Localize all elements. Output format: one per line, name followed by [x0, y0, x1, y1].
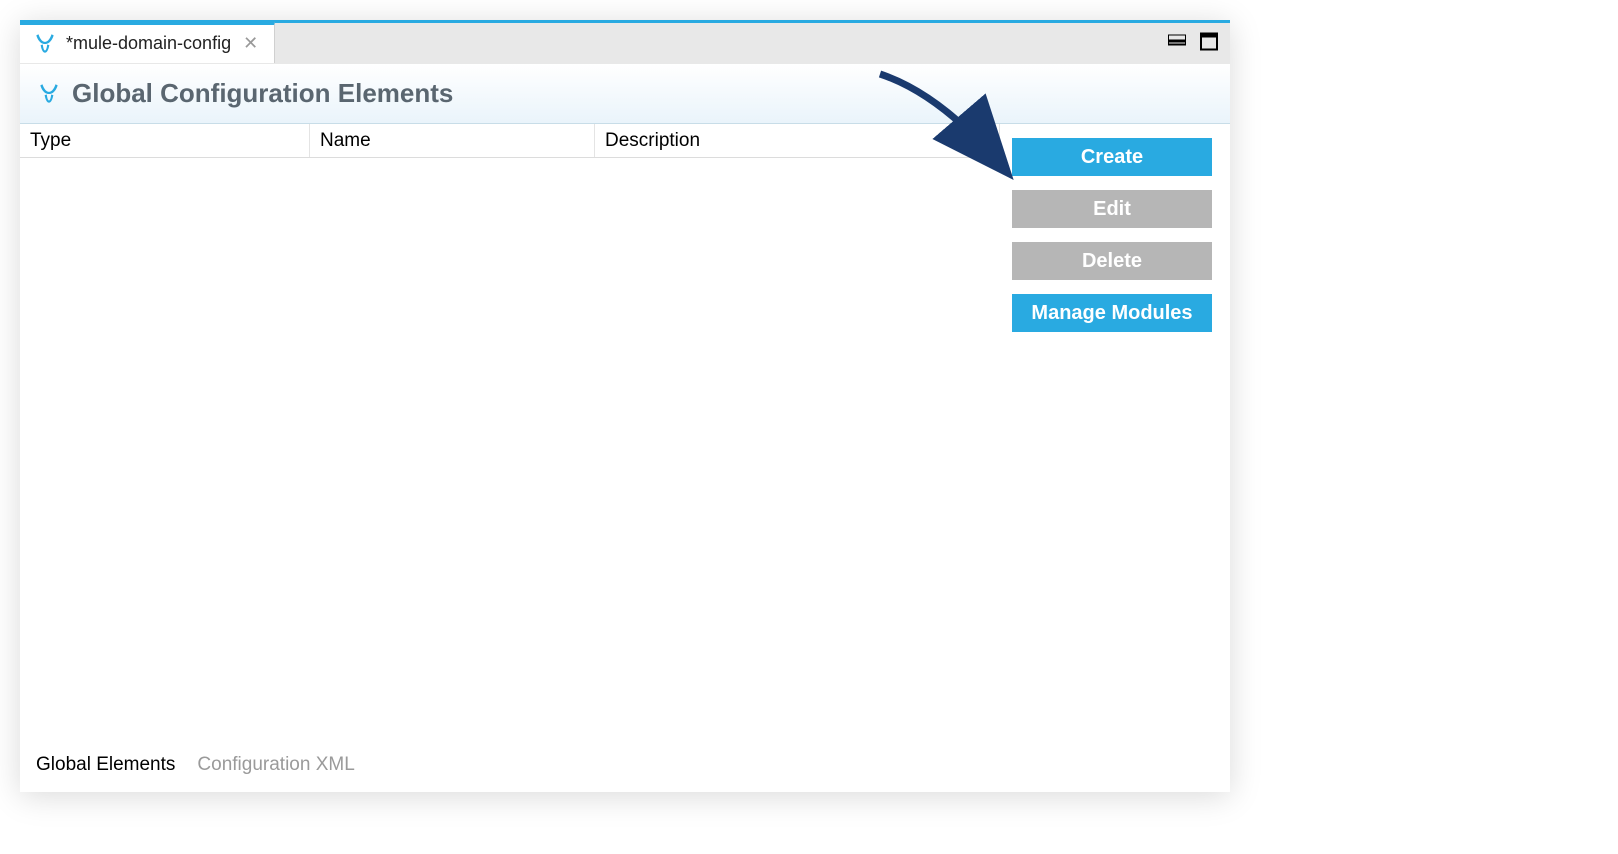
panel-header: Global Configuration Elements: [20, 64, 1230, 124]
content-area: Type Name Description Create Edit Delete…: [20, 124, 1230, 744]
side-buttons: Create Edit Delete Manage Modules: [1000, 124, 1230, 744]
column-header-type[interactable]: Type: [20, 124, 310, 157]
bottom-tabs: Global Elements Configuration XML: [20, 744, 1230, 792]
mule-icon: [36, 81, 62, 107]
tab-title: *mule-domain-config: [66, 33, 231, 54]
tab-bar: *mule-domain-config ✕: [20, 20, 1230, 64]
tab-global-elements[interactable]: Global Elements: [36, 754, 175, 776]
manage-modules-button[interactable]: Manage Modules: [1012, 294, 1212, 332]
column-header-description[interactable]: Description: [595, 124, 1000, 157]
table-header-row: Type Name Description: [20, 124, 1000, 158]
tab-configuration-xml[interactable]: Configuration XML: [197, 754, 354, 776]
delete-button: Delete: [1012, 242, 1212, 280]
create-button[interactable]: Create: [1012, 138, 1212, 176]
edit-button: Edit: [1012, 190, 1212, 228]
close-icon[interactable]: ✕: [239, 33, 262, 54]
maximize-icon[interactable]: [1200, 32, 1218, 55]
panel-title: Global Configuration Elements: [72, 78, 453, 109]
mule-icon: [32, 31, 58, 57]
minimize-icon[interactable]: [1168, 34, 1186, 53]
column-header-name[interactable]: Name: [310, 124, 595, 157]
file-tab[interactable]: *mule-domain-config ✕: [20, 22, 275, 63]
elements-table: Type Name Description: [20, 124, 1000, 744]
window-controls: [1168, 32, 1218, 55]
editor-window: *mule-domain-config ✕ Global Configu: [20, 20, 1230, 792]
